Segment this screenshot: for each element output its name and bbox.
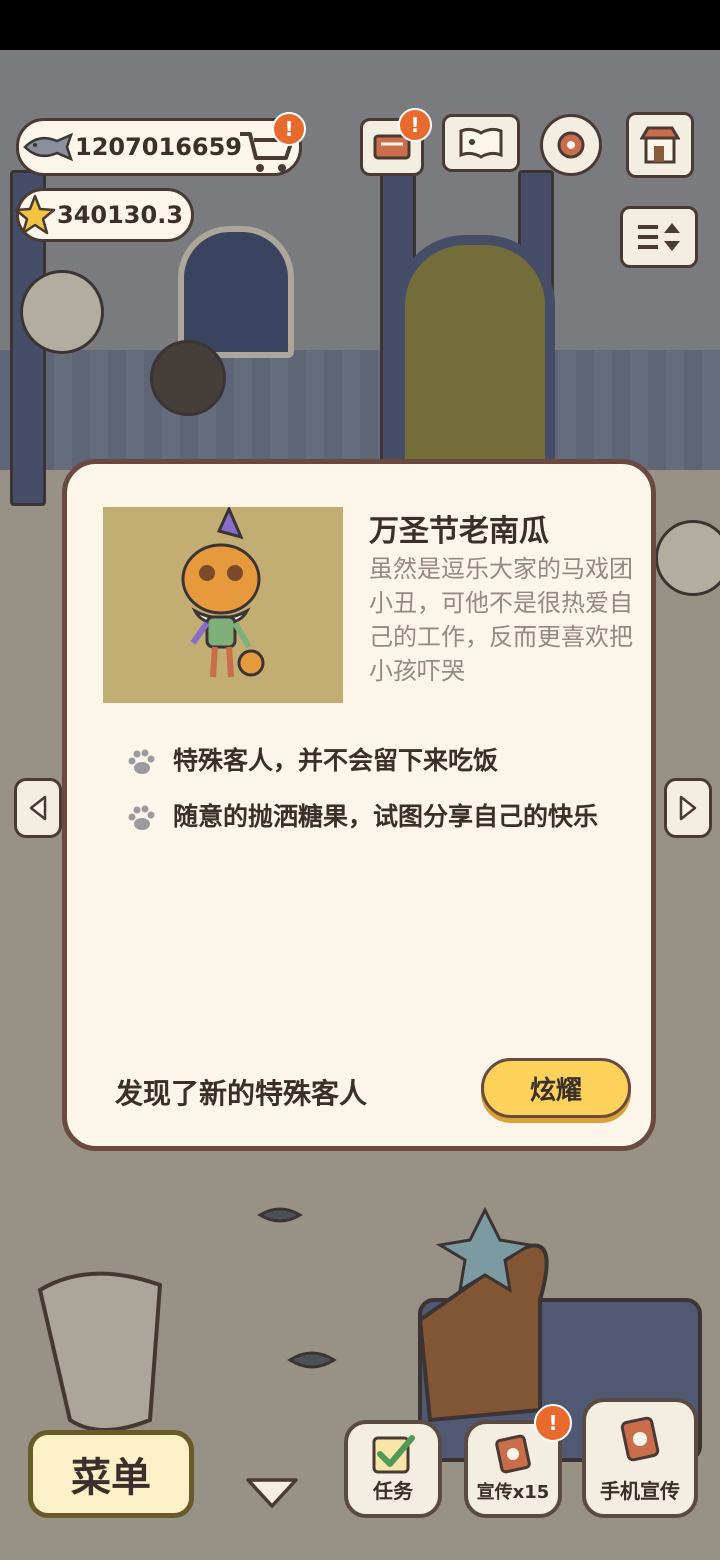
promo-flyer-icon [495,1434,531,1474]
tasks-label: 任务 [373,1479,413,1503]
trait-text: 特殊客人，并不会留下来吃饭 [173,746,499,775]
paw-icon [128,749,155,774]
show-off-button[interactable]: 炫耀 [481,1058,631,1118]
trait-item: 特殊客人，并不会留下来吃饭 [125,746,605,778]
star-icon [14,194,56,235]
fish-count: 1207016659 [75,133,242,161]
scroll-left-arrow-icon[interactable] [14,778,62,838]
new-guest-dialog: 万圣节老南瓜 虽然是逗乐大家的马戏团小丑，可他不是很热爱自己的工作，反而更喜欢把… [62,459,656,1151]
pumpkin-guest-image [181,505,265,678]
phone-promo-icon [620,1416,660,1462]
phone-promote-label: 手机宣传 [600,1479,680,1503]
promote-label: 宣传x15 [476,1482,550,1503]
phone-promote-button[interactable]: 手机宣传 [582,1398,698,1518]
star-count: 340130.3 [57,201,184,229]
fish-icon [23,132,74,162]
mail-alert-badge: ! [398,108,432,142]
guest-portrait [103,505,343,703]
discovery-message: 发现了新的特殊客人 [115,1077,368,1110]
tasks-button[interactable]: 任务 [344,1420,442,1518]
scroll-right-arrow-icon[interactable] [664,778,712,838]
trait-text: 随意的抛洒糖果，试图分享自己的快乐 [173,802,599,831]
settings-gear-icon[interactable] [540,114,602,176]
guest-name: 万圣节老南瓜 [369,514,549,549]
shop-alert-badge: ! [272,112,306,146]
guest-description: 虽然是逗乐大家的马戏团小丑，可他不是很热爱自己的工作，反而更喜欢把小孩吓哭 [369,555,633,685]
checklist-icon [372,1435,415,1474]
menu-button[interactable]: 菜单 [28,1430,194,1518]
collapse-down-arrow-icon[interactable] [244,1476,300,1510]
promote-alert-badge: ! [534,1404,572,1442]
shop-building-icon[interactable] [626,112,694,178]
paw-icon [128,805,155,830]
star-currency-pill: 340130.3 [14,188,194,242]
status-bar [0,0,720,50]
trait-item: 随意的抛洒糖果，试图分享自己的快乐 [125,802,605,834]
sort-toggle-icon[interactable] [620,206,698,268]
cat-book-icon[interactable] [442,114,520,172]
